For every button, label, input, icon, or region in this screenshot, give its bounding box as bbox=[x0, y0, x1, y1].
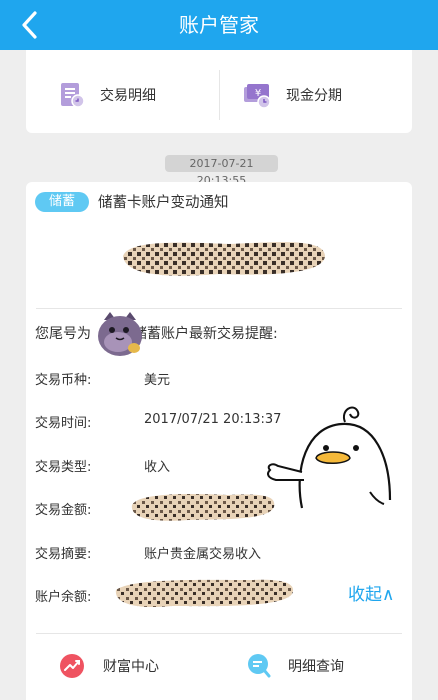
field-label-amount: 交易金额: bbox=[35, 503, 92, 518]
field-label-summary: 交易摘要: bbox=[35, 547, 92, 562]
divider bbox=[219, 70, 220, 120]
field-label-balance: 账户余额: bbox=[35, 590, 92, 605]
field-label-type: 交易类型: bbox=[35, 460, 92, 475]
field-value-type: 收入 bbox=[144, 460, 171, 475]
transaction-detail-label: 交易明细 bbox=[100, 88, 156, 104]
redacted-account-number bbox=[123, 242, 325, 276]
detail-query-icon bbox=[248, 654, 271, 678]
cash-installment-button[interactable]: ¥ 现金分期 bbox=[242, 72, 342, 118]
divider bbox=[36, 633, 402, 634]
detail-query-label: 明细查询 bbox=[288, 659, 344, 675]
collapse-button[interactable]: 收起∧ bbox=[348, 580, 394, 605]
field-value-time: 2017/07/21 20:13:37 bbox=[144, 412, 282, 427]
quick-actions-card: 交易明细 ¥ 现金分期 bbox=[26, 50, 412, 133]
divider bbox=[36, 308, 402, 309]
transaction-detail-icon bbox=[61, 83, 85, 108]
intro-suffix-text: 储蓄账户最新交易提醒: bbox=[133, 326, 278, 342]
cat-sticker-icon bbox=[98, 312, 142, 356]
account-type-badge: 储蓄 bbox=[35, 192, 89, 212]
field-value-currency: 美元 bbox=[144, 373, 171, 388]
duck-sticker-icon bbox=[267, 406, 392, 509]
notice-intro: 您尾号为 储蓄账户最新交易提醒: bbox=[35, 323, 278, 343]
app-header: 账户管家 bbox=[0, 0, 438, 50]
intro-text: 您尾号为 bbox=[35, 326, 91, 342]
transaction-detail-button[interactable]: 交易明细 bbox=[58, 72, 156, 118]
field-label-currency: 交易币种: bbox=[35, 373, 92, 388]
message-timestamp: 2017-07-21 20:13:55 bbox=[165, 155, 278, 187]
redacted-amount bbox=[131, 494, 275, 521]
redacted-balance bbox=[115, 579, 294, 608]
cash-installment-label: 现金分期 bbox=[286, 88, 342, 104]
cash-installment-icon: ¥ bbox=[244, 84, 271, 109]
notification-title: 储蓄卡账户变动通知 bbox=[98, 195, 229, 211]
wealth-center-icon bbox=[60, 654, 84, 678]
field-value-summary: 账户贵金属交易收入 bbox=[144, 547, 262, 562]
wealth-center-label: 财富中心 bbox=[103, 659, 159, 675]
field-label-time: 交易时间: bbox=[35, 416, 92, 431]
page-title: 账户管家 bbox=[179, 13, 259, 37]
